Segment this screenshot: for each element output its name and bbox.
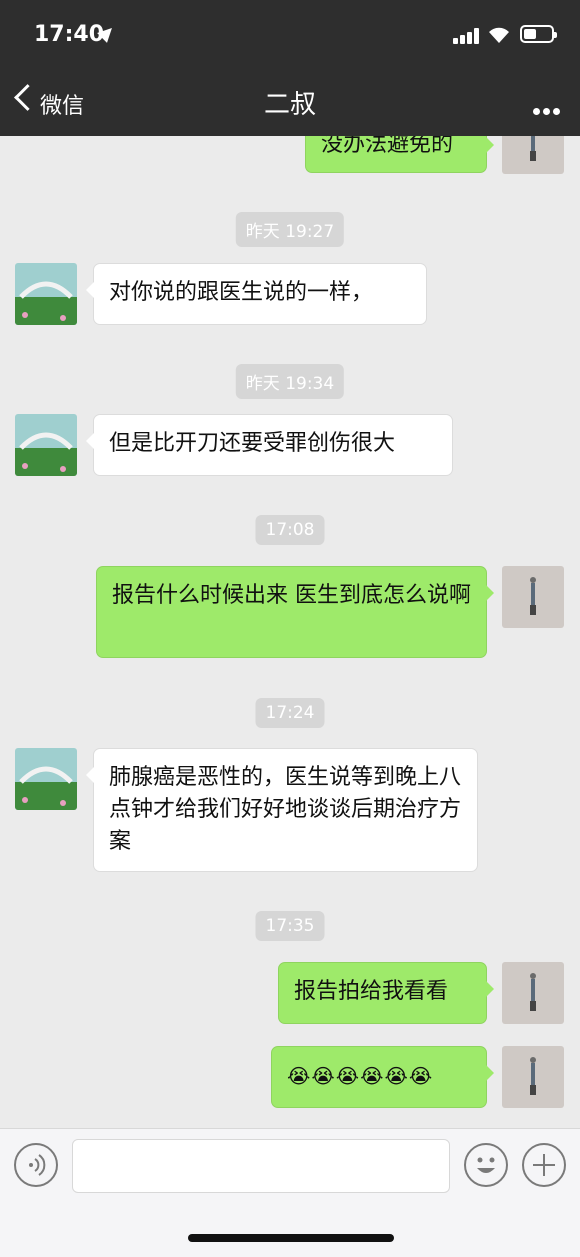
plus-icon[interactable] bbox=[522, 1143, 566, 1187]
message-text: 但是比开刀还要受罪创伤很大 bbox=[109, 431, 396, 456]
timestamp: 昨天 19:27 bbox=[235, 212, 345, 247]
chat-area[interactable]: 没办法避免的 昨天 19:27 对你说的跟医生说的一样， 昨天 19:34 但是… bbox=[0, 0, 580, 1128]
message-text: 肺腺癌是恶性的，医生说等到晚上八点钟才给我们好好地谈谈后期治疗方案 bbox=[109, 765, 462, 854]
message-text: 对你说的跟医生说的一样， bbox=[109, 280, 374, 305]
timestamp: 17:24 bbox=[255, 698, 325, 728]
message-text: 报告什么时候出来 医生到底怎么说啊 bbox=[112, 583, 471, 608]
avatar-self[interactable] bbox=[502, 1046, 564, 1108]
voice-icon[interactable] bbox=[14, 1143, 58, 1187]
cellular-signal-icon bbox=[453, 28, 481, 44]
home-indicator[interactable] bbox=[188, 1234, 394, 1242]
status-time: 17:40 bbox=[34, 22, 105, 47]
more-icon[interactable] bbox=[530, 100, 560, 119]
message-bubble-incoming[interactable]: 对你说的跟医生说的一样， bbox=[86, 263, 427, 325]
message-bubble-incoming[interactable]: 肺腺癌是恶性的，医生说等到晚上八点钟才给我们好好地谈谈后期治疗方案 bbox=[86, 748, 478, 872]
avatar-contact[interactable] bbox=[15, 263, 77, 325]
navigation-bar: 17:40 微信 二叔 bbox=[0, 0, 580, 136]
message-bubble-outgoing[interactable]: 报告什么时候出来 医生到底怎么说啊 bbox=[96, 566, 494, 658]
emoji-icon[interactable] bbox=[464, 1143, 508, 1187]
avatar-contact[interactable] bbox=[15, 414, 77, 476]
battery-icon bbox=[520, 25, 557, 43]
message-text: 报告拍给我看看 bbox=[294, 979, 449, 1004]
message-input[interactable] bbox=[72, 1139, 450, 1193]
wifi-icon bbox=[487, 24, 511, 44]
timestamp: 17:08 bbox=[255, 515, 325, 545]
message-text: 😭😭😭😭😭😭 bbox=[287, 1064, 434, 1088]
chat-title: 二叔 bbox=[263, 90, 316, 120]
timestamp: 17:35 bbox=[255, 911, 325, 941]
timestamp: 昨天 19:34 bbox=[235, 364, 345, 399]
message-bubble-outgoing[interactable]: 😭😭😭😭😭😭 bbox=[271, 1046, 494, 1108]
message-bubble-incoming[interactable]: 但是比开刀还要受罪创伤很大 bbox=[86, 414, 453, 476]
avatar-self[interactable] bbox=[502, 962, 564, 1024]
avatar-self[interactable] bbox=[502, 566, 564, 628]
avatar-contact[interactable] bbox=[15, 748, 77, 810]
message-bubble-outgoing[interactable]: 报告拍给我看看 bbox=[278, 962, 494, 1024]
